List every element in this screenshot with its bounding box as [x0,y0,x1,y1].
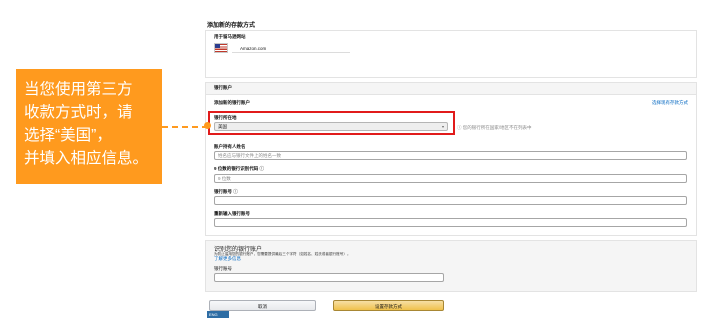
marketplace-label: 用于留马逊网站 [214,34,246,39]
callout-box: 当您使用第三方 收款方式时，请 选择“美国”， 并填入相应信息。 [16,69,162,184]
help-icon[interactable]: ⓘ [260,166,265,171]
bank-location-label: 银行所在地 [214,115,237,120]
choose-existing-link[interactable]: 选择现有存款方式 [652,100,688,106]
help-icon[interactable]: ⓘ [233,189,238,194]
marketplace-panel [205,30,697,78]
location-hint: ⓘ 您的银行所在国家/地区不在列表中 [457,125,532,131]
holder-label: 账户持有人姓名 [214,144,246,149]
routing-number-placeholder: 9 位数 [218,176,231,181]
add-new-account-label: 添加新的银行账户 [214,100,250,105]
routing-label-text: 9 位数的银行识别代码 [214,166,259,171]
callout-connector [162,126,208,128]
cancel-button[interactable]: 取消 [209,300,316,311]
routing-number-input[interactable]: 9 位数 [214,174,687,183]
page-title: 添加新的存款方式 [207,23,256,29]
account-number-input[interactable] [214,196,687,205]
identify-field-label: 银行账号 [214,266,232,271]
account-number-label: 银行账号 ⓘ [214,189,238,195]
chevron-down-icon: ▾ [441,124,444,129]
holder-name-input[interactable]: 姓名应与银行文件上的姓名一致 [214,151,687,160]
identify-account-input[interactable] [214,273,444,282]
us-flag-icon [214,43,228,53]
callout-line: 选择“美国”， [24,127,112,144]
location-hint-text: 您的银行所在国家/地区不在列表中 [462,125,532,130]
reenter-account-label: 重新输入银行账号 [214,211,250,216]
bank-location-value: 美国 [218,124,227,129]
info-icon: ⓘ [457,125,462,130]
callout-line: 收款方式时，请 [24,104,133,121]
callout-line: 并填入相应信息。 [24,150,149,167]
reenter-account-input[interactable] [214,218,687,227]
bank-account-header-label: 银行账户 [214,85,232,90]
identify-panel [205,240,697,292]
holder-name-placeholder: 姓名应与银行文件上的姓名一致 [218,153,281,158]
callout-dot [204,122,211,129]
set-deposit-method-button[interactable]: 设置存款方式 [333,300,444,311]
learn-more-link[interactable]: 了解更多信息 [214,256,241,262]
account-number-label-text: 银行账号 [214,189,232,194]
routing-label: 9 位数的银行识别代码 ⓘ [214,166,264,172]
callout-line: 当您使用第三方 [24,81,133,98]
bank-location-select[interactable]: 美国 ▾ [214,122,448,131]
language-badge[interactable]: ENG [207,311,229,318]
divider [232,52,350,53]
